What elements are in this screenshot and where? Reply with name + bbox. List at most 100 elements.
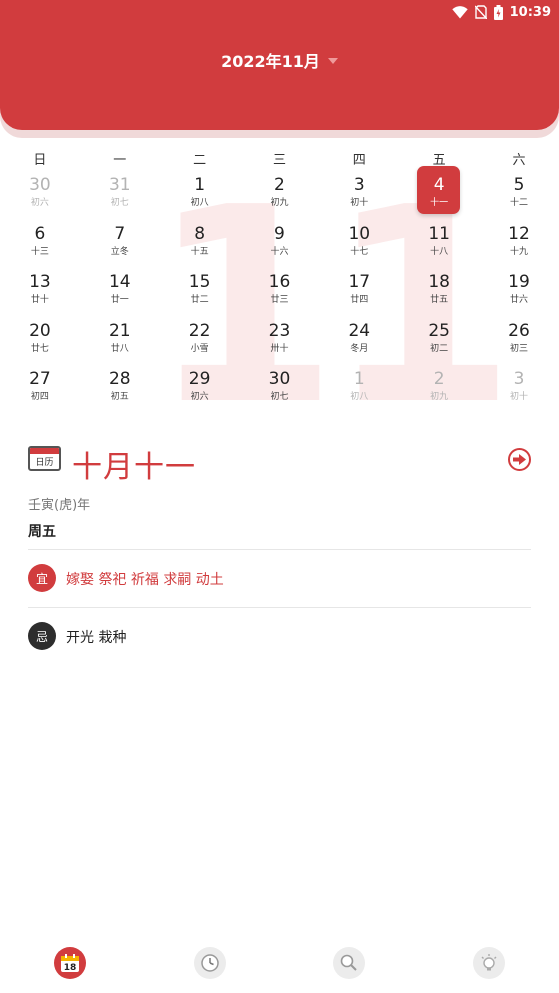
calendar-day-number: 18: [64, 963, 77, 973]
day-number: 21: [108, 320, 131, 341]
day-lunar: 初九: [430, 392, 449, 402]
day-number: 18: [428, 272, 450, 292]
calendar-day[interactable]: 6 十三: [0, 215, 80, 264]
calendar-day[interactable]: 17 廿四: [319, 263, 399, 312]
status-bar: 10:39: [451, 3, 551, 21]
day-number: 31: [108, 175, 131, 195]
day-lunar: 冬月: [350, 343, 369, 354]
calendar-day[interactable]: 30 初六: [0, 166, 80, 215]
day-number: 26: [508, 320, 530, 341]
calendar-day[interactable]: 22 小雪: [160, 312, 240, 361]
calendar-day[interactable]: 30 初七: [240, 360, 320, 409]
day-number: 29: [188, 369, 211, 389]
day-number: 11: [428, 223, 450, 244]
calendar-day[interactable]: 19 廿六: [479, 263, 559, 312]
day-lunar: 初六: [190, 392, 209, 402]
calendar-day[interactable]: 8 十五: [160, 215, 240, 264]
arrow-right-icon: [513, 454, 526, 465]
nav-calendar-circle: 18: [53, 947, 86, 979]
day-number: 1: [353, 369, 365, 389]
day-lunar: 初五: [110, 392, 129, 402]
detail-arrow-button[interactable]: [508, 448, 531, 471]
calendar-day[interactable]: 13 廿十: [0, 263, 80, 312]
calendar-day[interactable]: 1 初八: [160, 166, 240, 215]
dropdown-caret-icon: [327, 58, 338, 64]
calendar-day[interactable]: 11 十八: [399, 215, 479, 264]
day-number: 2: [274, 175, 285, 195]
day-number: 20: [29, 320, 51, 341]
bad-badge: 忌: [28, 622, 56, 650]
calendar-day[interactable]: 31 初七: [80, 166, 160, 215]
nav-idea[interactable]: [419, 933, 559, 993]
calendar-day-selected[interactable]: 4 十一: [399, 166, 479, 215]
day-number: 12: [508, 223, 530, 244]
day-number: 10: [348, 223, 371, 244]
day-lunar: 廿八: [110, 343, 129, 354]
calendar-day[interactable]: 18 廿五: [399, 263, 479, 312]
nav-clock[interactable]: [140, 933, 280, 993]
wifi-icon: [451, 5, 468, 18]
calendar-day[interactable]: 9 十六: [240, 215, 320, 264]
day-number: 7: [114, 223, 126, 244]
calendar-day[interactable]: 2 初九: [240, 166, 320, 215]
day-lunar: 十九: [509, 246, 528, 257]
calendar-day[interactable]: 5 十二: [479, 166, 559, 215]
day-number: 3: [513, 369, 525, 389]
day-lunar: 初七: [270, 392, 289, 402]
divider: [28, 549, 531, 550]
calendar-day[interactable]: 14 廿一: [80, 263, 160, 312]
day-lunar: 十五: [190, 246, 209, 257]
day-lunar: 初四: [30, 392, 49, 402]
day-lunar: 廿二: [190, 295, 209, 305]
calendar-grid: 30 初六 31 初七 1 初八 2 初九 3 初十 4 十一 5 十二 6 十三 7 立冬 8 十五 9 十六 10 十七 1…: [0, 166, 559, 409]
calendar-day[interactable]: 23 卅十: [240, 312, 320, 361]
day-lunar: 廿四: [350, 295, 369, 305]
day-lunar: 立冬: [110, 246, 129, 257]
good-badge: 宜: [28, 564, 56, 592]
calendar-day[interactable]: 21 廿八: [80, 312, 160, 361]
nav-calendar[interactable]: 18: [0, 933, 140, 993]
day-lunar: 十七: [350, 246, 369, 257]
lunar-date: 十月十一: [72, 450, 196, 485]
calendar-day[interactable]: 2 初九: [399, 360, 479, 409]
calendar-day[interactable]: 29 初六: [160, 360, 240, 409]
calendar-day[interactable]: 26 初三: [479, 312, 559, 361]
day-number: 4: [433, 175, 445, 195]
good-items: 嫁娶 祭祀 祈福 求嗣 动土: [66, 572, 224, 588]
calendar-week: 6 十三 7 立冬 8 十五 9 十六 10 十七 11 十八 12 十九: [0, 215, 559, 264]
calendar-day[interactable]: 15 廿二: [160, 263, 240, 312]
nav-search[interactable]: [280, 933, 420, 993]
day-number: 2: [433, 369, 445, 389]
calendar-day[interactable]: 7 立冬: [80, 215, 160, 264]
day-lunar: 廿七: [30, 343, 49, 354]
status-time: 10:39: [509, 4, 551, 20]
month-selector[interactable]: 2022年11月: [0, 48, 559, 72]
day-lunar: 廿三: [270, 295, 289, 305]
weekday-text: 周五: [28, 524, 56, 540]
day-number: 1: [194, 175, 206, 195]
day-lunar: 初八: [350, 392, 369, 402]
day-number: 30: [29, 175, 51, 195]
calendar-day[interactable]: 10 十七: [319, 215, 399, 264]
day-number: 13: [29, 272, 51, 292]
calendar-day[interactable]: 3 初十: [319, 166, 399, 215]
calendar-day[interactable]: 12 十九: [479, 215, 559, 264]
calendar-day[interactable]: 16 廿三: [240, 263, 320, 312]
calendar-day[interactable]: 1 初八: [319, 360, 399, 409]
ganzhi-year: 壬寅(虎)年: [28, 498, 91, 513]
day-number: 8: [194, 223, 206, 244]
day-lunar: 初二: [430, 343, 449, 354]
nav-search-circle: [333, 947, 366, 979]
nav-idea-circle: [473, 947, 506, 979]
calendar-icon: 日历: [28, 446, 61, 471]
calendar-day[interactable]: 24 冬月: [319, 312, 399, 361]
calendar-day[interactable]: 25 初二: [399, 312, 479, 361]
bottom-nav: 18: [0, 933, 559, 993]
calendar-day[interactable]: 20 廿七: [0, 312, 80, 361]
calendar-day[interactable]: 3 初十: [479, 360, 559, 409]
calendar-day-icon: 18: [60, 954, 79, 973]
no-sim-icon: [474, 5, 487, 19]
calendar-day[interactable]: 28 初五: [80, 360, 160, 409]
day-number: 28: [108, 369, 131, 389]
calendar-day[interactable]: 27 初四: [0, 360, 80, 409]
